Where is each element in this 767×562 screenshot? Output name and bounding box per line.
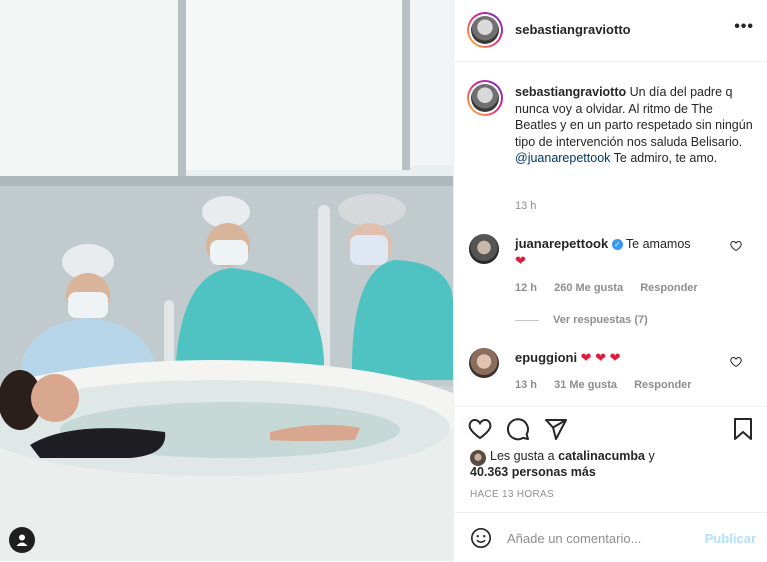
red-heart-emoji: ❤ ❤ ❤ <box>580 350 621 365</box>
post-age[interactable]: HACE 13 HORAS <box>470 489 554 500</box>
post-image <box>0 0 453 561</box>
view-replies-label: Ver respuestas (7) <box>553 314 648 326</box>
likes-summary: Les gusta a catalinacumba y 40.363 perso… <box>470 448 655 480</box>
comment-2: epuggioni ❤ ❤ ❤ <box>515 350 725 367</box>
liker-username[interactable]: catalinacumba <box>558 449 645 463</box>
reply-button[interactable]: Responder <box>634 379 691 391</box>
comment-time[interactable]: 13 h <box>515 379 537 391</box>
comment-avatar[interactable] <box>469 234 499 264</box>
likes-count[interactable]: 40.363 personas más <box>470 465 596 479</box>
heart-icon[interactable] <box>468 417 492 446</box>
comment-icon[interactable] <box>506 417 530 446</box>
comment-meta: 13 h 31 Me gusta Responder <box>515 379 706 391</box>
red-heart-emoji: ❤ <box>515 252 526 268</box>
likes-prefix: Les gusta a <box>490 449 555 463</box>
caption-avatar[interactable] <box>467 80 503 116</box>
comment-like-icon[interactable] <box>730 240 742 255</box>
author-avatar[interactable] <box>467 12 503 48</box>
author-username[interactable]: sebastiangraviotto <box>515 22 631 37</box>
caption-username[interactable]: sebastiangraviotto <box>515 85 626 99</box>
reply-button[interactable]: Responder <box>640 282 697 294</box>
user-tag-icon[interactable] <box>9 527 35 553</box>
post-caption: sebastiangraviotto Un día del padre q nu… <box>515 84 755 167</box>
comment-username[interactable]: juanarepettook <box>515 236 608 251</box>
comment-likes[interactable]: 260 Me gusta <box>554 282 623 294</box>
comment-username[interactable]: epuggioni <box>515 350 577 365</box>
caption-time[interactable]: 13 h <box>515 200 536 212</box>
comment-meta: 12 h 260 Me gusta Responder <box>515 282 712 294</box>
comment-text: Te amamos <box>625 237 691 251</box>
bookmark-icon[interactable] <box>732 417 754 446</box>
add-comment-bar: Añade un comentario... Publicar <box>454 512 767 562</box>
emoji-icon[interactable] <box>470 527 492 554</box>
share-icon[interactable] <box>544 417 568 446</box>
post-sidebar: sebastiangraviotto ••• sebastiangraviott… <box>453 0 767 561</box>
view-replies[interactable]: Ver respuestas (7) <box>515 314 648 326</box>
publish-button[interactable]: Publicar <box>705 531 756 546</box>
comment-avatar[interactable] <box>469 348 499 378</box>
post-header: sebastiangraviotto ••• <box>454 0 767 62</box>
comment-time[interactable]: 12 h <box>515 282 537 294</box>
comment-like-icon[interactable] <box>730 356 742 371</box>
caption-mention[interactable]: @juanarepettook <box>515 151 610 165</box>
likes-connector: y <box>648 449 655 463</box>
comment-likes[interactable]: 31 Me gusta <box>554 379 617 391</box>
verified-badge-icon: ✓ <box>611 239 623 251</box>
comment-input[interactable]: Añade un comentario... <box>507 531 641 546</box>
comment-1: juanarepettook ✓ Te amamos ❤ <box>515 236 725 269</box>
more-options-icon[interactable]: ••• <box>734 18 754 36</box>
caption-tail: Te admiro, te amo. <box>613 151 718 165</box>
post-photo[interactable] <box>0 0 453 561</box>
replies-divider <box>515 319 539 321</box>
